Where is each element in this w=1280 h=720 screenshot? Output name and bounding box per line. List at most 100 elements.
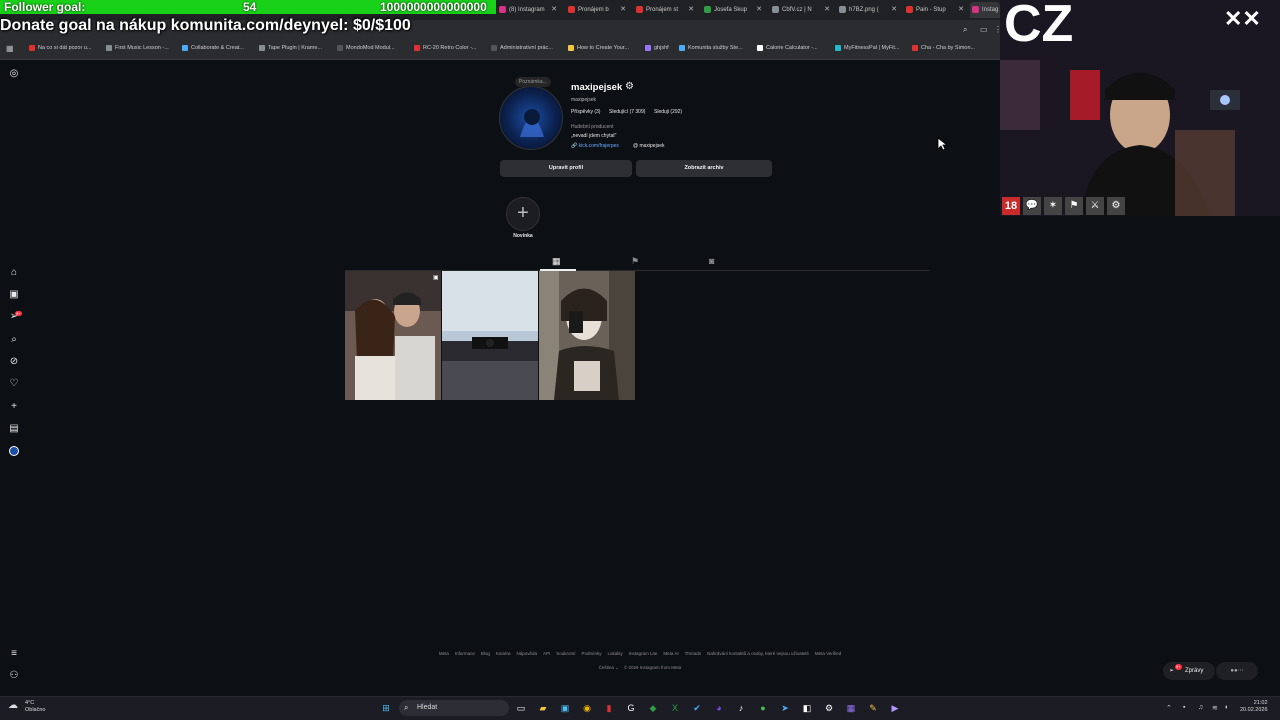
messages-avatars[interactable]: ●●⋯ <box>1216 662 1258 680</box>
footer-link[interactable]: Soukromí <box>556 651 575 656</box>
bookmark-item[interactable]: Calorie Calculator -... <box>757 45 818 51</box>
tab-close-icon[interactable]: ✕ <box>551 2 557 18</box>
footer-link[interactable]: Blog <box>481 651 490 656</box>
tab-close-icon[interactable]: ✕ <box>824 2 830 18</box>
meta-threads-icon[interactable]: ⚇ <box>8 670 20 682</box>
threads-link[interactable]: @ maxipejsek <box>633 143 664 149</box>
footer-link[interactable]: Threads <box>685 651 702 656</box>
spotify-icon[interactable]: ● <box>757 702 769 714</box>
taskbar-clock[interactable]: 21:02 20.02.2026 <box>1240 700 1268 714</box>
browser-tab[interactable]: Instag <box>970 2 1000 18</box>
dashboard-icon[interactable]: ▤ <box>8 423 20 435</box>
bookmark-item[interactable]: Collaborate & Creat... <box>182 45 244 51</box>
task-view-icon[interactable]: ▭ <box>515 702 527 714</box>
tiktok-icon[interactable]: ♪ <box>735 702 747 714</box>
bookmark-item[interactable]: MondoMod Modul... <box>337 45 395 51</box>
more-menu-icon[interactable]: ≡ <box>8 648 20 660</box>
discord-icon[interactable]: ◕ <box>713 702 725 714</box>
tab-close-icon[interactable]: ✕ <box>891 2 897 18</box>
view-archive-button[interactable]: Zobrazit archiv <box>636 160 772 177</box>
search-icon[interactable]: ⌕ <box>963 25 967 35</box>
settings-gear-icon[interactable]: ⚙ <box>625 81 634 92</box>
tab-close-icon[interactable]: ✕ <box>958 2 964 18</box>
browser-tab[interactable]: Pronájem b ✕ <box>566 2 632 18</box>
post-thumbnail[interactable]: ▣ <box>345 271 441 400</box>
tray-chevron-icon[interactable]: ⌃ <box>1166 704 1172 712</box>
saved-tab-icon[interactable]: ⚑ <box>631 256 639 267</box>
tab-close-icon[interactable]: ✕ <box>688 2 694 18</box>
steam-icon[interactable]: ✔ <box>691 702 703 714</box>
excel-icon[interactable]: X <box>669 702 681 714</box>
bookmark-item[interactable]: Komunita služby Ste... <box>679 45 743 51</box>
cast-icon[interactable]: ▭ <box>980 25 988 34</box>
profile-link[interactable]: 🔗 kick.com/frajerpes <box>571 143 619 149</box>
bookmark-item[interactable]: RC-20 Retro Color -... <box>414 45 477 51</box>
bookmark-item[interactable]: First Music Lesson -... <box>106 45 169 51</box>
bookmark-item[interactable]: MyFitnessPal | MyFit... <box>835 45 900 51</box>
footer-link[interactable]: Nápověda <box>516 651 537 656</box>
settings-app-icon[interactable]: ▣ <box>559 702 571 714</box>
following-count[interactable]: Sleduji (292) <box>654 109 682 115</box>
windows-start-icon[interactable]: ⊞ <box>380 702 392 714</box>
messages-button[interactable]: ➢ 9+ Zprávy <box>1163 662 1215 680</box>
footer-link[interactable]: Informace <box>455 651 475 656</box>
new-highlight-button[interactable]: + <box>506 197 540 231</box>
telegram-icon[interactable]: ➤ <box>779 702 791 714</box>
browser-tab[interactable]: Josefa Skup ✕ <box>702 2 768 18</box>
obs-icon[interactable]: ⚙ <box>823 702 835 714</box>
tagged-tab-icon[interactable]: ◙ <box>709 256 714 266</box>
footer-link[interactable]: Instagram Lite <box>629 651 658 656</box>
app-play-icon[interactable]: ▶ <box>889 702 901 714</box>
profile-icon[interactable] <box>8 446 20 458</box>
tray-app-icon[interactable]: ▪ <box>1183 704 1185 711</box>
profile-avatar[interactable] <box>499 86 563 150</box>
tab-close-icon[interactable]: ✕ <box>620 2 626 18</box>
microphone-icon[interactable]: ♫ <box>1198 704 1203 711</box>
app-leaf-icon[interactable]: ◆ <box>647 702 659 714</box>
app-grid-icon[interactable]: ▦ <box>845 702 857 714</box>
footer-link[interactable]: Lokality <box>608 651 623 656</box>
footer-link[interactable]: Nahrávání kontaktů a osoby, které nejsou… <box>707 651 809 656</box>
browser-tab[interactable]: (8) Instagram ✕ <box>497 2 563 18</box>
file-explorer-icon[interactable]: ▰ <box>537 702 549 714</box>
post-thumbnail[interactable] <box>442 271 538 400</box>
language-select[interactable]: Čeština ⌄ <box>599 665 619 670</box>
followers-count[interactable]: Sledující (7 309) <box>609 109 645 115</box>
tab-close-icon[interactable]: ✕ <box>756 2 762 18</box>
reels-icon[interactable]: ▣ <box>8 289 20 301</box>
profile-link-text[interactable]: kick.com/frajerpes <box>579 143 619 149</box>
chrome-icon[interactable]: ◉ <box>581 702 593 714</box>
bookmark-item[interactable]: ghjshf <box>645 45 669 51</box>
posts-grid-tab-icon[interactable]: ▦ <box>552 256 561 267</box>
taskbar-search[interactable]: ⌕ Hledat <box>399 700 509 716</box>
instagram-logo-icon[interactable]: ◎ <box>8 68 20 80</box>
bookmark-item[interactable]: Tape Plugin | Krame... <box>259 45 322 51</box>
browser-tab[interactable]: Pain - Stup ✕ <box>904 2 970 18</box>
browser-tab[interactable]: Pronájem st ✕ <box>634 2 700 18</box>
home-icon[interactable]: ⌂ <box>8 267 20 279</box>
browser-tab[interactable]: h7BZ.png (✕ <box>837 2 903 18</box>
bookmark-item[interactable]: Cha - Cha by Simon... <box>912 45 975 51</box>
footer-link[interactable]: Meta <box>439 651 449 656</box>
apps-grid-icon[interactable]: ▦ <box>6 44 14 53</box>
capcut-icon[interactable]: ◧ <box>801 702 813 714</box>
explore-icon[interactable]: ⊘ <box>8 356 20 368</box>
weather-widget[interactable]: ☁ 4°C Oblačno <box>8 700 46 714</box>
bookmark-item[interactable]: Na co si dát pozor u... <box>29 45 92 51</box>
footer-link[interactable]: Meta AI <box>663 651 678 656</box>
browser-tab[interactable]: CbfV.cz | N ✕ <box>770 2 836 18</box>
bookmark-item[interactable]: How to Create Your... <box>568 45 629 51</box>
app-g-icon[interactable]: G <box>625 702 637 714</box>
note-bubble[interactable]: Poznámka... <box>515 77 551 87</box>
messages-label[interactable]: Zprávy <box>1185 668 1203 674</box>
post-thumbnail[interactable] <box>539 271 635 400</box>
footer-link[interactable]: Kariéra <box>496 651 511 656</box>
search-icon[interactable]: ⌕ <box>8 334 20 346</box>
threads-handle[interactable]: maxipejsek <box>639 143 664 149</box>
wifi-icon[interactable]: ≋ <box>1212 704 1218 712</box>
bookmark-item[interactable]: Administrativní prác... <box>491 45 553 51</box>
edit-profile-button[interactable]: Upravit profil <box>500 160 632 177</box>
footer-link[interactable]: API <box>543 651 550 656</box>
heart-icon[interactable]: ♡ <box>8 378 20 390</box>
app-pen-icon[interactable]: ✎ <box>867 702 879 714</box>
